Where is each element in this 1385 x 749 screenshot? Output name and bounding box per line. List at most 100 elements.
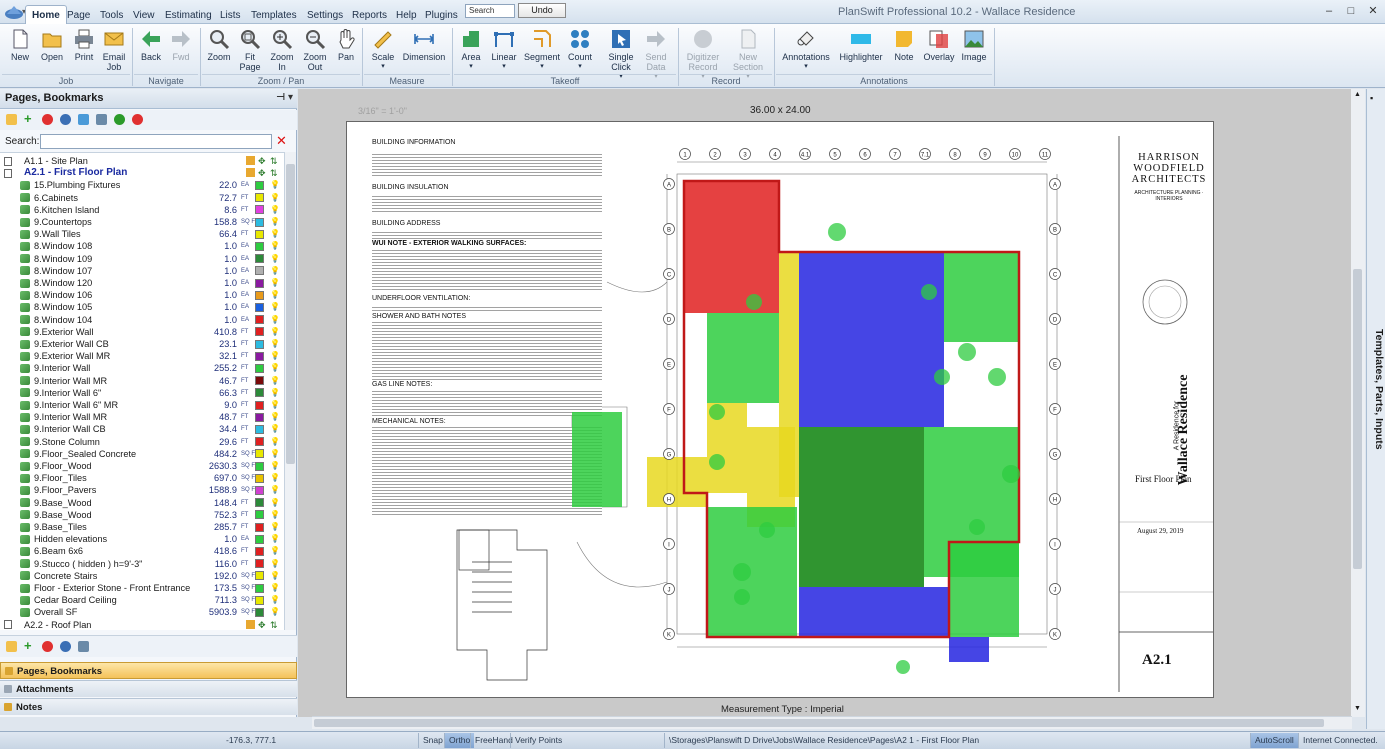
sort-icon[interactable] xyxy=(96,114,107,125)
visibility-bulb-icon[interactable]: 💡 xyxy=(270,240,280,252)
tree-item-row[interactable]: 9.Floor_Wood 2630.3 SQ FT 💡 xyxy=(0,460,284,472)
zoom-button[interactable]: Zoom xyxy=(205,26,233,62)
accordion-notes[interactable]: Notes xyxy=(0,698,297,715)
area-green-bedroom1[interactable] xyxy=(944,252,1019,342)
refresh-icon[interactable] xyxy=(78,114,89,125)
visibility-bulb-icon[interactable]: 💡 xyxy=(270,228,280,240)
tree-item-row[interactable]: 8.Window 105 1.0 EA 💡 xyxy=(0,301,284,313)
color-swatch[interactable] xyxy=(255,424,264,434)
tree-item-row[interactable]: 8.Window 120 1.0 EA 💡 xyxy=(0,277,284,289)
menu-reports[interactable]: Reports xyxy=(352,10,387,21)
maximize-icon[interactable]: □ xyxy=(1342,4,1360,18)
page-bookmark-icon[interactable] xyxy=(246,156,255,165)
tree-item-row[interactable]: 9.Stone Column 29.6 FT 💡 xyxy=(0,436,284,448)
tree-item-row[interactable]: 8.Window 106 1.0 EA 💡 xyxy=(0,289,284,301)
segment-button[interactable]: Segment ▾ xyxy=(523,26,561,72)
color-swatch[interactable] xyxy=(255,461,264,471)
visibility-bulb-icon[interactable]: 💡 xyxy=(270,582,280,594)
clear-search-icon[interactable]: ✕ xyxy=(274,134,289,149)
new-button[interactable]: New xyxy=(6,26,34,62)
page-sort-icon[interactable]: ⇅ xyxy=(270,619,278,630)
color-swatch[interactable] xyxy=(255,412,264,422)
color-swatch[interactable] xyxy=(255,522,264,532)
color-swatch[interactable] xyxy=(255,193,264,203)
area-blue-porch[interactable] xyxy=(799,587,949,637)
visibility-bulb-icon[interactable]: 💡 xyxy=(270,216,280,228)
tree-item-row[interactable]: 9.Interior Wall CB 34.4 FT 💡 xyxy=(0,423,284,435)
color-swatch[interactable] xyxy=(255,229,264,239)
dimension-button[interactable]: Dimension xyxy=(402,26,446,62)
visibility-bulb-icon[interactable]: 💡 xyxy=(270,545,280,557)
color-swatch[interactable] xyxy=(255,485,264,495)
tree-item-row[interactable]: Concrete Stairs 192.0 SQ FT 💡 xyxy=(0,570,284,582)
color-swatch[interactable] xyxy=(255,315,264,325)
tree-item-row[interactable]: Cedar Board Ceiling 711.3 SQ FT 💡 xyxy=(0,594,284,606)
accordion-attachments[interactable]: Attachments xyxy=(0,680,297,697)
tree-item-row[interactable]: 9.Floor_Sealed Concrete 484.2 SQ FT 💡 xyxy=(0,448,284,460)
color-swatch[interactable] xyxy=(255,351,264,361)
visibility-bulb-icon[interactable]: 💡 xyxy=(270,460,280,472)
visibility-bulb-icon[interactable]: 💡 xyxy=(270,484,280,496)
menu-lists[interactable]: Lists xyxy=(220,10,241,21)
color-swatch[interactable] xyxy=(255,180,264,190)
add-icon[interactable]: + xyxy=(24,639,35,652)
tree-item-row[interactable]: 9.Base_Wood 148.4 FT 💡 xyxy=(0,497,284,509)
visibility-bulb-icon[interactable]: 💡 xyxy=(270,399,280,411)
tree-item-row[interactable]: 9.Interior Wall MR 48.7 FT 💡 xyxy=(0,411,284,423)
color-swatch[interactable] xyxy=(255,266,264,276)
visibility-bulb-icon[interactable]: 💡 xyxy=(270,265,280,277)
visibility-bulb-icon[interactable]: 💡 xyxy=(270,192,280,204)
scale-button[interactable]: Scale ▾ xyxy=(367,26,399,72)
add-circle-icon[interactable] xyxy=(114,114,125,125)
area-blue-living[interactable] xyxy=(799,252,924,427)
tree-item-row[interactable]: 8.Window 104 1.0 EA 💡 xyxy=(0,314,284,326)
color-swatch[interactable] xyxy=(255,339,264,349)
page-move-icon[interactable]: ✥ xyxy=(258,155,266,167)
area-button[interactable]: Area ▾ xyxy=(456,26,486,72)
tree-item-row[interactable]: 9.Wall Tiles 66.4 FT 💡 xyxy=(0,228,284,240)
tree-scrollbar[interactable] xyxy=(284,152,296,630)
tree-item-row[interactable]: 9.Exterior Wall 410.8 FT 💡 xyxy=(0,326,284,338)
color-swatch[interactable] xyxy=(255,571,264,581)
add-icon[interactable]: + xyxy=(24,112,35,125)
tree-item-row[interactable]: 9.Exterior Wall MR 32.1 FT 💡 xyxy=(0,350,284,362)
color-swatch[interactable] xyxy=(255,473,264,483)
plan-sheet[interactable]: 1 2 3 4 4.1 5 6 7 7.1 8 9 10 11 A A B B C C D D E E F F G G H H I I J J K… xyxy=(346,121,1214,698)
tree-item-row[interactable]: 8.Window 109 1.0 EA 💡 xyxy=(0,253,284,265)
scroll-down-icon[interactable]: ▼ xyxy=(1354,705,1361,712)
visibility-bulb-icon[interactable]: 💡 xyxy=(270,570,280,582)
tree-item-row[interactable]: 9.Floor_Tiles 697.0 SQ FT 💡 xyxy=(0,472,284,484)
image-button[interactable]: Image xyxy=(959,26,989,62)
area-green-garage2[interactable] xyxy=(949,542,1019,637)
folder-icon[interactable] xyxy=(6,114,17,125)
print-button[interactable]: Print xyxy=(70,26,98,62)
tree-item-row[interactable]: 9.Exterior Wall CB 23.1 FT 💡 xyxy=(0,338,284,350)
area-red-garage[interactable] xyxy=(684,181,779,313)
sort-icon[interactable] xyxy=(78,641,89,652)
pan-button[interactable]: Pan xyxy=(334,26,358,62)
search-input[interactable]: Search xyxy=(465,4,515,18)
visibility-bulb-icon[interactable]: 💡 xyxy=(270,509,280,521)
menu-tools[interactable]: Tools xyxy=(100,10,123,21)
page-sort-icon[interactable]: ⇅ xyxy=(270,155,278,167)
tree-item-row[interactable]: 9.Stucco ( hidden ) h=9'-3" 116.0 FT 💡 xyxy=(0,558,284,570)
zoom-out-button[interactable]: Zoom Out xyxy=(300,26,330,72)
color-swatch[interactable] xyxy=(255,254,264,264)
app-logo-icon[interactable] xyxy=(4,3,24,21)
tree-item-row[interactable]: Hidden elevations 1.0 EA 💡 xyxy=(0,533,284,545)
delete-icon[interactable] xyxy=(42,114,53,125)
tree-item-row[interactable]: 9.Countertops 158.8 SQ FT 💡 xyxy=(0,216,284,228)
scroll-up-icon[interactable]: ▲ xyxy=(1354,91,1361,98)
tree-item-row[interactable]: Floor - Exterior Stone - Front Entrance 1… xyxy=(0,582,284,594)
horizontal-scroll-thumb[interactable] xyxy=(314,719,1324,727)
menu-view[interactable]: View xyxy=(133,10,155,21)
page-move-icon[interactable]: ✥ xyxy=(258,167,266,179)
minimize-icon[interactable]: – xyxy=(1320,4,1338,18)
area-blue-strip[interactable] xyxy=(924,252,944,427)
visibility-bulb-icon[interactable]: 💡 xyxy=(270,338,280,350)
color-swatch[interactable] xyxy=(255,449,264,459)
visibility-bulb-icon[interactable]: 💡 xyxy=(270,411,280,423)
tree-item-row[interactable]: 9.Interior Wall 6" MR 9.0 FT 💡 xyxy=(0,399,284,411)
pin-icon[interactable]: ▪ xyxy=(1370,93,1373,103)
visibility-bulb-icon[interactable]: 💡 xyxy=(270,521,280,533)
